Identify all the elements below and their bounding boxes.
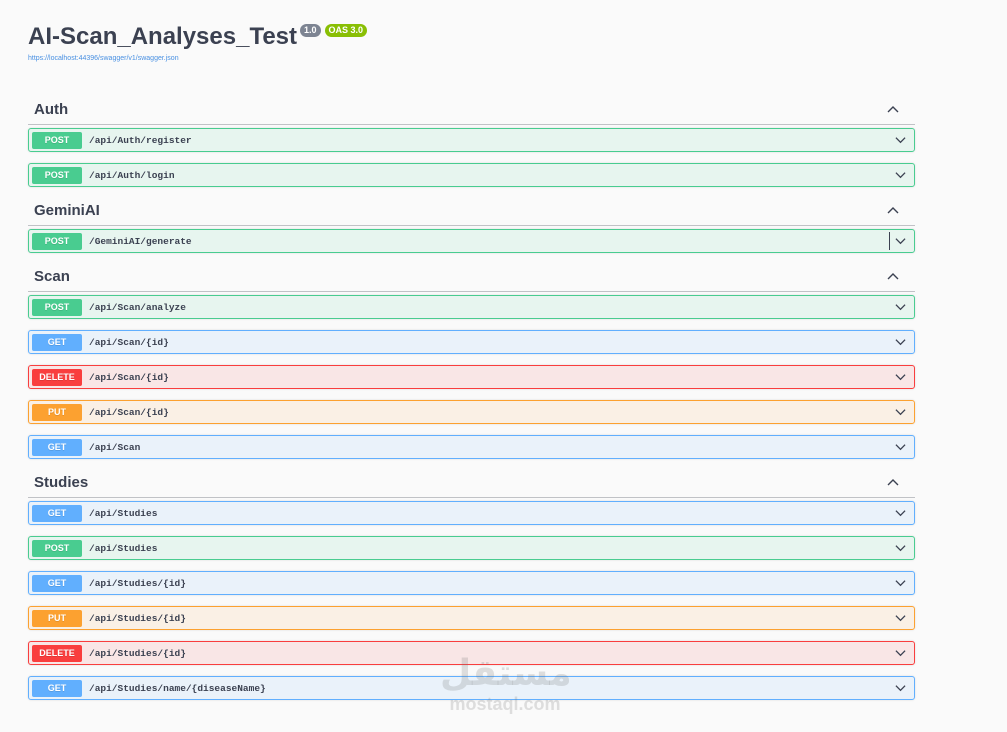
chevron-down-icon[interactable] <box>895 443 906 451</box>
operation-row[interactable]: GET/api/Studies/{id} <box>28 571 915 595</box>
title-row: AI-Scan_Analyses_Test 1.0 OAS 3.0 <box>28 22 368 52</box>
operation-row[interactable]: GET/api/Scan <box>28 435 915 459</box>
chevron-down-icon[interactable] <box>895 338 906 346</box>
swagger-page: AI-Scan_Analyses_Test 1.0 OAS 3.0 https:… <box>0 0 1007 732</box>
operation-row[interactable]: DELETE/api/Studies/{id} <box>28 641 915 665</box>
spec-url-link[interactable]: https://localhost:44396/swagger/v1/swagg… <box>28 54 367 63</box>
chevron-down-icon[interactable] <box>895 303 906 311</box>
tag-header[interactable]: GeminiAI <box>28 195 915 226</box>
tag-list: Auth POST/api/Auth/register POST/api/Auth/… <box>28 94 915 708</box>
method-badge-post: POST <box>32 166 82 184</box>
operation-row[interactable]: POST/api/Auth/register <box>28 128 915 152</box>
chevron-down-icon[interactable] <box>895 171 906 179</box>
tag-header[interactable]: Scan <box>28 261 915 292</box>
chevron-up-icon[interactable] <box>887 272 899 280</box>
method-badge-put: PUT <box>32 403 82 421</box>
operation-row[interactable]: POST/api/Auth/login <box>28 163 915 187</box>
chevron-down-icon[interactable] <box>895 509 906 517</box>
operation-row[interactable]: POST/api/Studies <box>28 536 915 560</box>
version-badge: 1.0 <box>300 24 321 37</box>
tag-name: Studies <box>34 473 89 491</box>
tag-header[interactable]: Auth <box>28 94 915 125</box>
chevron-up-icon[interactable] <box>887 105 899 113</box>
method-badge-post: POST <box>32 298 82 316</box>
operation-path: /api/Auth/register <box>89 134 192 146</box>
tag-section-auth: Auth POST/api/Auth/register POST/api/Auth/… <box>28 94 915 187</box>
tag-name: GeminiAI <box>34 201 100 219</box>
method-badge-get: GET <box>32 574 82 592</box>
chevron-down-icon[interactable] <box>895 408 906 416</box>
operation-path: /api/Studies/{id} <box>89 612 186 624</box>
oas-badge: OAS 3.0 <box>324 24 368 37</box>
chevron-down-icon[interactable] <box>895 579 906 587</box>
tag-section-scan: Scan POST/api/Scan/analyze GET/api/Scan/{i… <box>28 261 915 459</box>
chevron-down-icon[interactable] <box>895 614 906 622</box>
operation-path: /api/Studies/{id} <box>89 647 186 659</box>
operation-row[interactable]: POST/GeminiAI/generate <box>28 229 915 253</box>
operation-path: /api/Scan/{id} <box>89 406 169 418</box>
method-badge-get: GET <box>32 504 82 522</box>
chevron-down-icon[interactable] <box>895 373 906 381</box>
tag-name: Scan <box>34 267 70 285</box>
method-badge-post: POST <box>32 131 82 149</box>
operation-row[interactable]: POST/api/Scan/analyze <box>28 295 915 319</box>
operation-path: /api/Scan/{id} <box>89 336 169 348</box>
operation-row[interactable]: GET/api/Scan/{id} <box>28 330 915 354</box>
operation-row[interactable]: PUT/api/Studies/{id} <box>28 606 915 630</box>
operation-row[interactable]: DELETE/api/Scan/{id} <box>28 365 915 389</box>
api-info: AI-Scan_Analyses_Test 1.0 OAS 3.0 https:… <box>28 22 368 63</box>
tag-name: Auth <box>34 100 69 118</box>
operation-path: /api/Studies/name/{diseaseName} <box>89 682 266 694</box>
tag-header[interactable]: Studies <box>28 467 915 498</box>
tag-section-studies: Studies GET/api/Studies POST/api/Studies GE… <box>28 467 915 700</box>
operation-path: /api/Studies <box>89 507 158 519</box>
operation-path: /api/Auth/login <box>89 169 175 181</box>
operation-row[interactable]: GET/api/Studies/name/{diseaseName} <box>28 676 915 700</box>
chevron-up-icon[interactable] <box>887 206 899 214</box>
method-badge-put: PUT <box>32 609 82 627</box>
chevron-down-icon[interactable] <box>895 544 906 552</box>
chevron-down-icon[interactable] <box>895 237 906 245</box>
operation-row[interactable]: PUT/api/Scan/{id} <box>28 400 915 424</box>
operation-path: /api/Studies <box>89 542 158 554</box>
tag-section-geminiai: GeminiAI POST/GeminiAI/generate <box>28 195 915 253</box>
operation-path: /api/Scan/{id} <box>89 371 169 383</box>
operation-path: /api/Scan/analyze <box>89 301 186 313</box>
method-badge-get: GET <box>32 438 82 456</box>
operation-path: /api/Studies/{id} <box>89 577 186 589</box>
method-badge-post: POST <box>32 232 82 250</box>
method-badge-get: GET <box>32 333 82 351</box>
method-badge-get: GET <box>32 679 82 697</box>
method-badge-delete: DELETE <box>32 644 82 662</box>
operation-path: /api/Scan <box>89 441 141 453</box>
focus-divider <box>889 232 890 250</box>
method-badge-delete: DELETE <box>32 368 82 386</box>
chevron-down-icon[interactable] <box>895 136 906 144</box>
method-badge-post: POST <box>32 539 82 557</box>
api-title: AI-Scan_Analyses_Test <box>28 23 298 50</box>
chevron-down-icon[interactable] <box>895 649 906 657</box>
operation-path: /GeminiAI/generate <box>89 235 192 247</box>
chevron-down-icon[interactable] <box>895 684 906 692</box>
chevron-up-icon[interactable] <box>887 478 899 486</box>
operation-row[interactable]: GET/api/Studies <box>28 501 915 525</box>
